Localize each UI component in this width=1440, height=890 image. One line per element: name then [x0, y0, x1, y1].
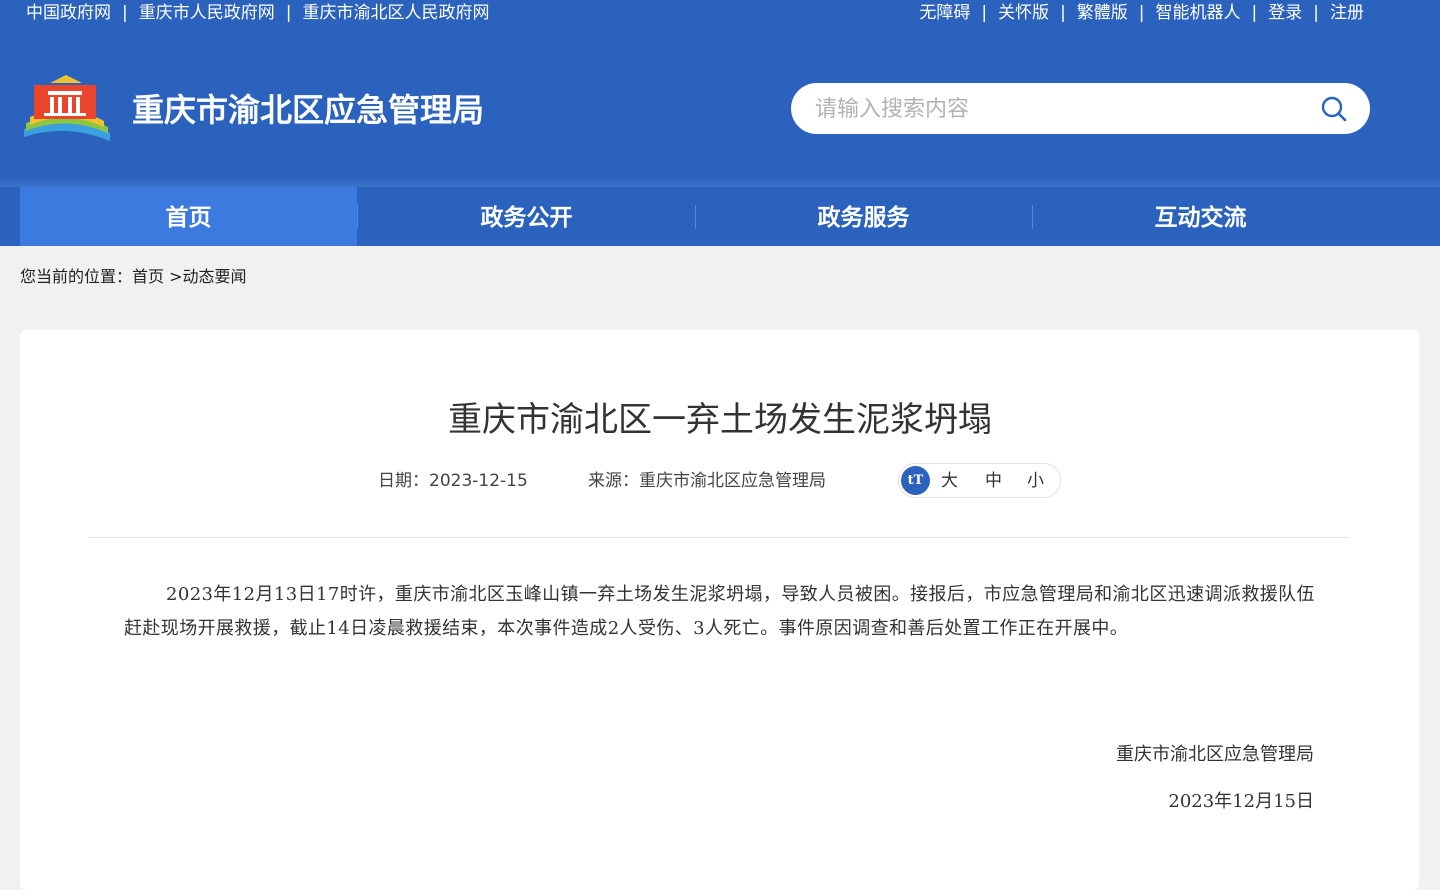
- source-label: 来源：: [588, 471, 639, 491]
- emblem-logo-icon: [24, 75, 110, 141]
- nav-interaction[interactable]: 互动交流: [1032, 187, 1369, 246]
- font-size-control: tT 大 中 小: [898, 463, 1061, 498]
- separator: |: [981, 3, 988, 23]
- signature-org: 重庆市渝北区应急管理局: [1116, 744, 1314, 765]
- separator: |: [1251, 3, 1258, 23]
- nav-government-services[interactable]: 政务服务: [695, 187, 1032, 246]
- breadcrumb-home[interactable]: 首页: [132, 267, 164, 286]
- link-gov-cn[interactable]: 中国政府网: [26, 3, 111, 23]
- breadcrumb-current[interactable]: 动态要闻: [183, 267, 247, 286]
- link-cq-gov[interactable]: 重庆市人民政府网: [139, 3, 275, 23]
- link-traditional[interactable]: 繁體版: [1077, 3, 1128, 23]
- link-register[interactable]: 注册: [1330, 3, 1364, 23]
- separator: |: [1138, 3, 1145, 23]
- nav-home[interactable]: 首页: [20, 187, 357, 246]
- signature-date: 2023年12月15日: [1168, 791, 1314, 812]
- top-links-right: 无障碍 | 关怀版 | 繁體版 | 智能机器人 | 登录 | 注册: [919, 1, 1364, 25]
- main-nav: 首页 政务公开 政务服务 互动交流: [0, 187, 1440, 246]
- link-yubei-gov[interactable]: 重庆市渝北区人民政府网: [302, 3, 489, 23]
- search-icon[interactable]: [1320, 95, 1348, 123]
- source-value: 重庆市渝北区应急管理局: [639, 471, 826, 491]
- separator: |: [122, 3, 128, 23]
- breadcrumb-prefix: 您当前的位置：: [20, 267, 133, 286]
- link-care-version[interactable]: 关怀版: [998, 3, 1049, 23]
- font-size-medium[interactable]: 中: [985, 469, 1002, 493]
- article-date: 日期：2023-12-15: [378, 469, 528, 493]
- breadcrumb-arrow: >: [169, 267, 183, 286]
- font-size-large[interactable]: 大: [941, 469, 958, 493]
- link-accessibility[interactable]: 无障碍: [919, 3, 970, 23]
- article-title: 重庆市渝北区一弃土场发生泥浆坍塌: [448, 400, 992, 440]
- site-title: 重庆市渝北区应急管理局: [132, 91, 485, 129]
- site-header: 中国政府网 | 重庆市人民政府网 | 重庆市渝北区人民政府网 无障碍 | 关怀版 | 繁體版 | 智…: [0, 0, 1440, 187]
- top-links-left: 中国政府网 | 重庆市人民政府网 | 重庆市渝北区人民政府网: [26, 1, 489, 25]
- link-login[interactable]: 登录: [1268, 3, 1302, 23]
- separator: |: [1313, 3, 1319, 23]
- article-source: 来源：重庆市渝北区应急管理局: [588, 469, 826, 493]
- date-label: 日期：: [378, 471, 429, 491]
- search-box: [791, 83, 1370, 134]
- font-size-small[interactable]: 小: [1027, 469, 1044, 493]
- search-input[interactable]: [813, 91, 1297, 127]
- article-body: 2023年12月13日17时许，重庆市渝北区玉峰山镇一弃土场发生泥浆坍塌，导致人…: [124, 584, 1315, 639]
- link-robot[interactable]: 智能机器人: [1156, 3, 1241, 23]
- font-size-icon: tT: [901, 466, 930, 495]
- separator: |: [285, 3, 292, 23]
- nav-government-affairs[interactable]: 政务公开: [358, 187, 695, 246]
- divider: [89, 537, 1349, 538]
- date-value: 2023-12-15: [429, 471, 528, 491]
- breadcrumb: 您当前的位置：首页 >动态要闻: [20, 266, 247, 288]
- separator: |: [1060, 3, 1066, 23]
